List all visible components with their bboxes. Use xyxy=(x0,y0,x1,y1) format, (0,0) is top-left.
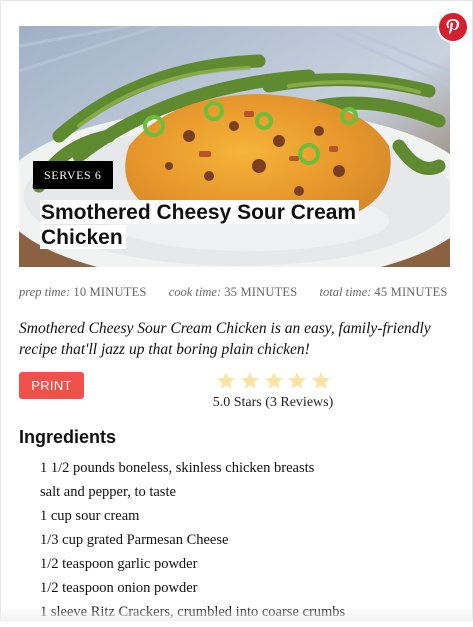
recipe-summary: Smothered Cheesy Sour Cream Chicken is a… xyxy=(19,320,431,358)
star-icon[interactable] xyxy=(264,371,284,391)
ingredient-item: 1 1/2 pounds boneless, skinless chicken … xyxy=(40,460,315,476)
ingredient-item: 1 cup sour cream xyxy=(40,508,140,524)
star-icon[interactable] xyxy=(287,371,307,391)
star-rating[interactable] xyxy=(216,371,331,391)
ingredient-item: 1/2 teaspoon onion powder xyxy=(40,580,198,596)
total-time: total time: 45 MINUTES xyxy=(319,285,448,299)
pinterest-icon xyxy=(446,19,460,35)
ingredient-item: salt and pepper, to taste xyxy=(40,484,176,500)
ingredient-item: 1/2 teaspoon garlic powder xyxy=(40,556,198,572)
print-button[interactable]: PRINT xyxy=(19,372,84,399)
cook-time: cook time: 35 MINUTES xyxy=(168,285,298,299)
ingredients-list: 1 1/2 pounds boneless, skinless chicken … xyxy=(40,459,460,627)
recipe-times: prep time: 10 MINUTES cook time: 35 MINU… xyxy=(19,285,459,300)
pinterest-save-button[interactable] xyxy=(437,11,469,43)
recipe-title: Smothered Cheesy Sour Cream Chicken xyxy=(40,200,390,250)
star-icon[interactable] xyxy=(240,371,260,391)
serves-badge: SERVES 6 xyxy=(33,161,113,189)
star-icon[interactable] xyxy=(311,371,331,391)
ingredients-heading: Ingredients xyxy=(19,427,117,447)
rating-text: 5.0 Stars (3 Reviews) xyxy=(212,395,334,410)
scroll-fade xyxy=(0,607,473,621)
ingredient-item: 1/3 cup grated Parmesan Cheese xyxy=(40,532,229,548)
prep-time: prep time: 10 MINUTES xyxy=(19,285,147,299)
star-icon[interactable] xyxy=(216,371,236,391)
recipe-title-text: Smothered Cheesy Sour Cream Chicken xyxy=(40,200,360,249)
